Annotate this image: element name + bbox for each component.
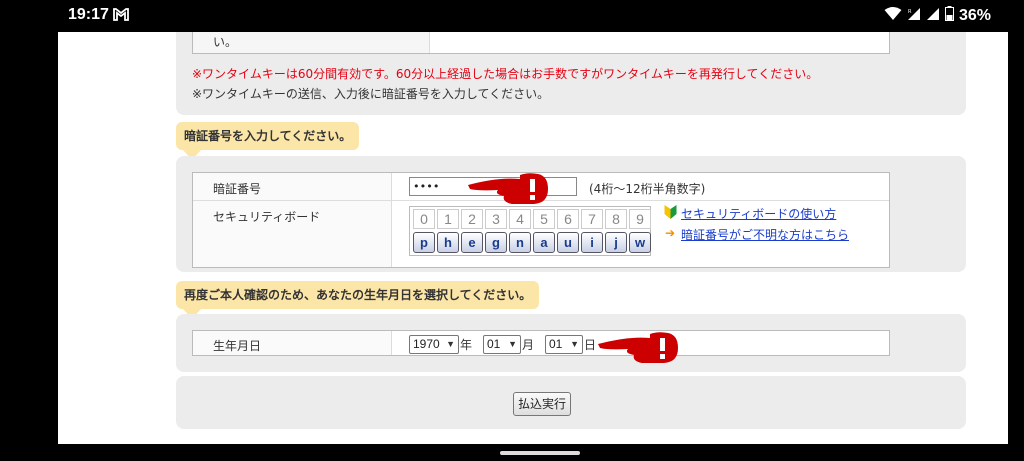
- onetime-key-label-cell: い。: [193, 32, 430, 53]
- beginner-leaf-icon: [664, 204, 677, 219]
- security-key[interactable]: e: [461, 232, 483, 253]
- security-key[interactable]: n: [509, 232, 531, 253]
- dob-table: 生年月日 1970 ▼ 年 01 ▼ 月 01 ▼ 日: [192, 330, 890, 356]
- gmail-icon: [113, 7, 129, 24]
- onetime-key-label-tail: い。: [213, 35, 238, 49]
- digit-label: 4: [509, 209, 531, 229]
- signal-icon: [926, 6, 940, 25]
- security-key[interactable]: h: [437, 232, 459, 253]
- status-time: 19:17: [68, 6, 109, 23]
- status-bar: 19:17 R 36%: [0, 0, 1024, 32]
- battery-icon: [945, 6, 954, 25]
- day-select[interactable]: 01 ▼: [545, 335, 583, 354]
- digit-label: 6: [557, 209, 579, 229]
- digit-label: 7: [581, 209, 603, 229]
- arrow-right-icon: ➔: [665, 226, 676, 240]
- security-key[interactable]: p: [413, 232, 435, 253]
- security-board-label: セキュリティボード: [213, 210, 321, 224]
- security-key[interactable]: a: [533, 232, 555, 253]
- submit-panel: [176, 376, 966, 429]
- digit-label: 1: [437, 209, 459, 229]
- forgot-pin-link[interactable]: 暗証番号がご不明な方はこちら: [681, 226, 849, 243]
- status-icons: R 36%: [884, 6, 991, 25]
- digit-label: 2: [461, 209, 483, 229]
- digit-label: 5: [533, 209, 555, 229]
- chevron-down-icon: ▼: [446, 339, 455, 349]
- day-select-value: 01: [549, 337, 563, 351]
- chevron-down-icon: ▼: [508, 339, 517, 349]
- battery-percent: 36%: [959, 6, 992, 24]
- year-select-value: 1970: [413, 337, 440, 351]
- digit-label: 9: [629, 209, 651, 229]
- wifi-icon: [884, 6, 902, 25]
- pointing-hand-icon: [598, 330, 680, 370]
- digit-label: 8: [605, 209, 627, 229]
- year-select[interactable]: 1970 ▼: [409, 335, 459, 354]
- chevron-down-icon: ▼: [570, 339, 579, 349]
- day-unit: 日: [584, 338, 597, 352]
- security-board-usage-link[interactable]: セキュリティボードの使い方: [681, 205, 836, 222]
- dob-label-cell: 生年月日: [193, 331, 392, 355]
- signal-r-icon: R: [907, 6, 921, 25]
- security-board: 0 1 2 3 4 5 6 7 8 9 p h e g n a u i j w: [409, 206, 651, 256]
- security-key[interactable]: g: [485, 232, 507, 253]
- month-unit: 月: [522, 338, 535, 352]
- page-content: い。 ※ワンタイムキーは60分間有効です。60分以上経過した場合はお手数ですがワ…: [58, 32, 1008, 444]
- security-board-label-cell: セキュリティボード: [193, 201, 392, 267]
- pin-section-heading: 暗証番号を入力してください。: [176, 122, 360, 150]
- dob-section-heading: 再度ご本人確認のため、あなたの生年月日を選択してください。: [176, 281, 540, 309]
- security-key[interactable]: w: [629, 232, 651, 253]
- security-key[interactable]: i: [581, 232, 603, 253]
- security-key[interactable]: j: [605, 232, 627, 253]
- pin-label: 暗証番号: [213, 182, 262, 196]
- navigation-bar: [0, 444, 1024, 461]
- digit-label: 0: [413, 209, 435, 229]
- dob-label: 生年月日: [213, 339, 262, 353]
- home-gesture-handle[interactable]: [500, 451, 580, 455]
- pointing-hand-icon: [468, 171, 550, 211]
- security-key[interactable]: u: [557, 232, 579, 253]
- month-select[interactable]: 01 ▼: [483, 335, 521, 354]
- onetime-key-table: い。: [192, 32, 890, 54]
- pin-label-cell: 暗証番号: [193, 173, 392, 200]
- svg-text:R: R: [908, 9, 912, 15]
- onetime-key-instruction-notice: ※ワンタイムキーの送信、入力後に暗証番号を入力してください。: [192, 87, 550, 101]
- digit-label: 3: [485, 209, 507, 229]
- month-select-value: 01: [487, 337, 501, 351]
- submit-payment-button[interactable]: 払込実行: [513, 392, 571, 416]
- year-unit: 年: [460, 338, 473, 352]
- pin-hint: (4桁〜12桁半角数字): [589, 182, 706, 196]
- onetime-key-expiry-notice: ※ワンタイムキーは60分間有効です。60分以上経過した場合はお手数ですがワンタイ…: [192, 67, 819, 81]
